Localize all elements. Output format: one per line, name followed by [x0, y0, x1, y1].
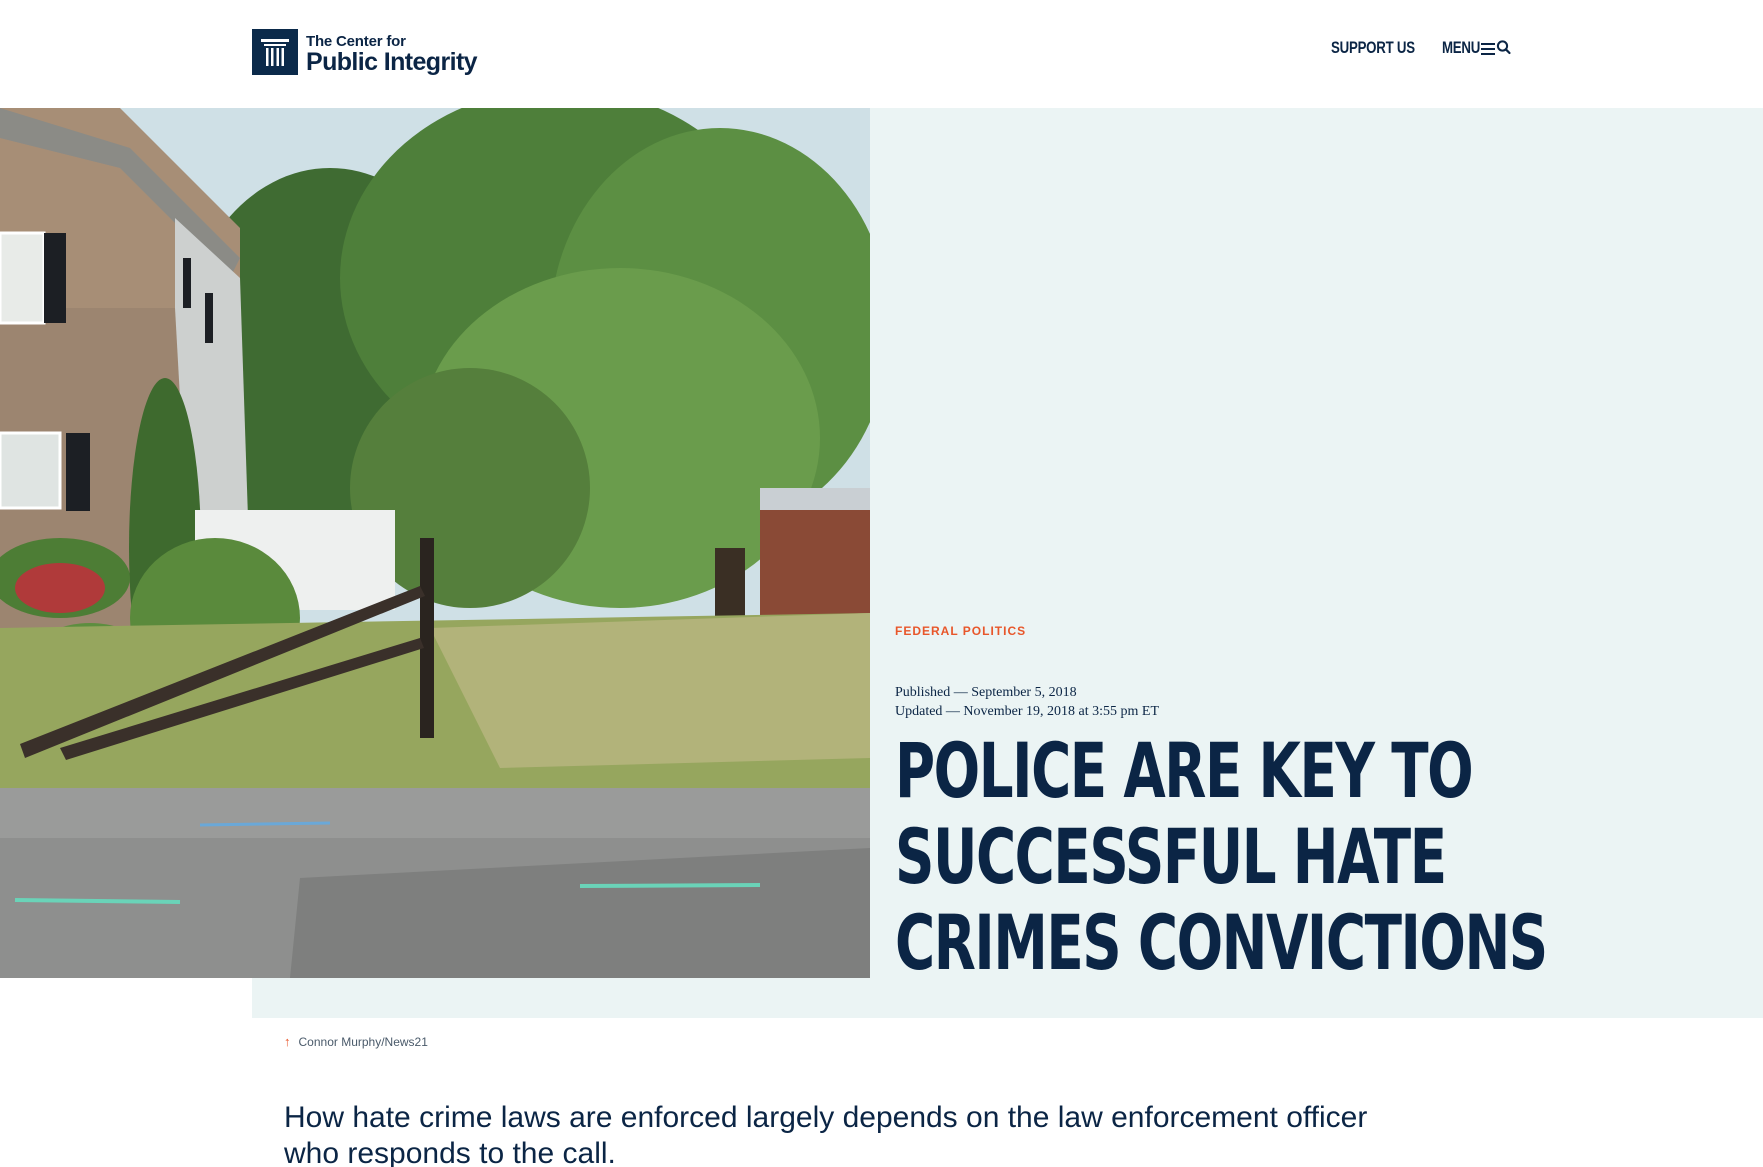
- hamburger-search-icon: [1481, 38, 1513, 58]
- logo-wordmark: The Center for Public Integrity: [306, 30, 478, 76]
- published-date: Published — September 5, 2018: [895, 685, 1077, 700]
- logo-line-1: The Center for: [306, 32, 406, 50]
- menu-label: MENU: [1442, 38, 1481, 57]
- article-headline: POLICE ARE KEY TO SUCCESSFUL HATE CRIMES…: [895, 728, 1615, 986]
- support-us-link[interactable]: SUPPORT US: [1331, 38, 1415, 58]
- headline-line: SUCCESSFUL HATE: [895, 812, 1447, 901]
- photo-caption: ↑ Connor Murphy/News21: [284, 1034, 428, 1049]
- category-link[interactable]: FEDERAL POLITICS: [895, 624, 1026, 638]
- logo-line-2: Public Integrity: [306, 47, 478, 76]
- site-header: The Center for Public Integrity SUPPORT …: [0, 0, 1763, 108]
- headline-line: CRIMES CONVICTIONS: [895, 898, 1548, 987]
- column-logo-icon: [252, 29, 298, 75]
- page: The Center for Public Integrity SUPPORT …: [0, 0, 1763, 1167]
- article-dates: Published — September 5, 2018 Updated — …: [895, 683, 1159, 721]
- hamburger-icon: [1481, 43, 1495, 55]
- headline-line: POLICE ARE KEY TO: [895, 726, 1474, 815]
- arrow-up-icon: ↑: [284, 1034, 291, 1049]
- updated-date: Updated — November 19, 2018 at 3:55 pm E…: [895, 704, 1160, 719]
- site-logo[interactable]: The Center for Public Integrity: [252, 29, 478, 76]
- photo-credit: Connor Murphy/News21: [298, 1034, 428, 1049]
- header-nav: SUPPORT US MENU: [1331, 38, 1513, 58]
- article-dek: How hate crime laws are enforced largely…: [284, 1101, 1368, 1167]
- menu-button[interactable]: MENU: [1442, 38, 1513, 58]
- search-icon: [1496, 40, 1511, 55]
- hero-photo: [0, 108, 870, 978]
